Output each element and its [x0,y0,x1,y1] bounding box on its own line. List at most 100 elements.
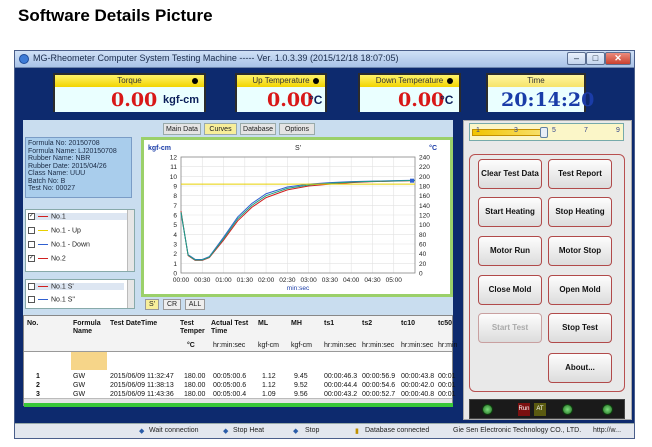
up-temperature-label: Up Temperature [237,75,325,87]
y-left-tick-label: 12 [170,155,178,162]
up-temperature-unit: °C [309,93,323,107]
table-cell: 00:05:00.4 [213,391,247,398]
close-mold-button[interactable]: Close Mold [478,275,542,305]
list-item[interactable]: No.1 - Up [28,227,81,234]
level-scale[interactable]: 1 3 5 7 9 [469,123,624,141]
table-cell: 1.12 [262,373,276,380]
info-line: Rubber Name: NBR [28,155,91,162]
unit-cell: kgf-cm [291,342,312,349]
list-item[interactable]: No.1 S' [28,283,124,291]
table-cell: 1.09 [262,391,276,398]
indicator-strip: Run AT [469,399,625,419]
list-item[interactable]: No.1 - Down [28,241,90,248]
y-left-tick-label: 9 [173,184,177,191]
checkbox[interactable] [28,241,35,248]
table-header[interactable]: tc50 [438,320,452,328]
table-header[interactable]: Test DateTime [110,320,157,328]
series-label: S' [295,145,301,152]
up-temperature-value: 0.00 [267,89,314,111]
table-cell: 00:00:43.2 [324,391,358,398]
table-cell: 9.52 [294,382,308,389]
table-cell: 1 [36,373,40,380]
table-header[interactable]: No. [27,320,38,328]
close-button[interactable]: ✕ [605,52,631,65]
wait-icon: ◆ [139,428,145,435]
torque-value: 0.00 [111,89,158,111]
table-cell: 00:00:54.6 [362,382,396,389]
table-header[interactable]: ts1 [324,320,334,328]
y-left-tick-label: 2 [173,251,177,258]
y-left-unit-label: kgf-cm [148,145,171,152]
checkbox[interactable] [28,296,35,303]
checkbox[interactable] [28,283,35,290]
table-header[interactable]: tc10 [401,320,415,328]
y-right-tick-label: 220 [419,164,430,171]
list-item[interactable]: ✓ No.1 [28,213,132,221]
tab-curves[interactable]: Curves [204,123,237,135]
tab-database[interactable]: Database [240,123,276,135]
start-test-button[interactable]: Start Test [478,313,542,343]
torque-meter: Torque 0.00 kgf-cm [53,73,206,112]
x-tick-label: 05:00 [386,277,403,284]
y-right-tick-label: 120 [419,213,430,220]
test-report-button[interactable]: Test Report [548,159,612,189]
status-dot-icon [447,78,453,84]
scale-thumb[interactable] [540,127,548,138]
app-icon [19,54,29,64]
stop-test-button[interactable]: Stop Test [548,313,612,343]
unit-cell: °C [187,342,195,349]
y-right-tick-label: 180 [419,184,430,191]
stop-heating-button[interactable]: Stop Heating [548,197,612,227]
about-button[interactable]: About... [548,353,612,383]
table-cell: 2015/06/09 11:38:13 [110,382,174,389]
checkbox[interactable] [28,227,35,234]
tab-main-data[interactable]: Main Data [163,123,201,135]
minimize-button[interactable]: – [567,52,586,65]
y-left-tick-label: 11 [170,164,177,171]
subtab-cr[interactable]: CR [163,299,181,310]
list-item[interactable]: No.1 S'' [28,296,75,303]
y-right-tick-label: 200 [419,174,430,181]
at-indicator: AT [534,403,546,416]
tab-options[interactable]: Options [279,123,315,135]
clear-test-data-button[interactable]: Clear Test Data [478,159,542,189]
start-heating-button[interactable]: Start Heating [478,197,542,227]
chart-svg: 0123456789101112020406080100120140160180… [148,144,437,292]
y-right-tick-label: 60 [419,242,427,249]
y-left-tick-label: 6 [173,213,177,220]
y-right-tick-label: 0 [419,271,423,278]
x-tick-label: 01:00 [215,277,232,284]
y-right-tick-label: 160 [419,193,430,200]
table-header[interactable]: Formula Name [73,320,105,336]
torque-unit: kgf-cm [163,94,200,106]
y-right-tick-label: 20 [419,261,427,268]
list-scrollbar[interactable] [127,210,134,271]
list-item[interactable]: ✓ No.2 [28,255,66,262]
open-mold-button[interactable]: Open Mold [548,275,612,305]
checkbox[interactable]: ✓ [28,213,35,220]
table-header[interactable]: Test Temper [180,320,210,336]
y-left-tick-label: 10 [170,174,178,181]
table-header[interactable]: MH [291,320,302,328]
table-header[interactable]: ts2 [362,320,372,328]
info-line: Class Name: UUU [28,170,86,177]
status-url: http://w... [593,427,622,434]
y-left-tick-label: 5 [173,222,177,229]
maximize-button[interactable]: □ [586,52,605,65]
list-scrollbar[interactable] [127,280,134,308]
table-cell: 9.56 [294,391,308,398]
checkbox[interactable]: ✓ [28,255,35,262]
test-info-box: Formula No: 20150708 Formula Name: LJ201… [25,137,132,198]
motor-run-button[interactable]: Motor Run [478,236,542,266]
info-line: Batch No: B [28,177,66,185]
x-axis-label: min:sec [287,285,310,292]
table-cell: 9.45 [294,373,308,380]
subtab-all[interactable]: ALL [185,299,205,310]
table-cell: 00:01 [438,382,456,389]
table-header[interactable]: Actual Test Time [211,320,255,336]
table-header[interactable]: ML [258,320,268,328]
motor-stop-button[interactable]: Motor Stop [548,236,612,266]
curve-list: ✓ No.1 No.1 - Up No.1 - Down ✓ No.2 [25,209,135,272]
info-line: Formula No: 20150708 [28,140,100,147]
subtab-s-prime[interactable]: S' [145,299,159,310]
